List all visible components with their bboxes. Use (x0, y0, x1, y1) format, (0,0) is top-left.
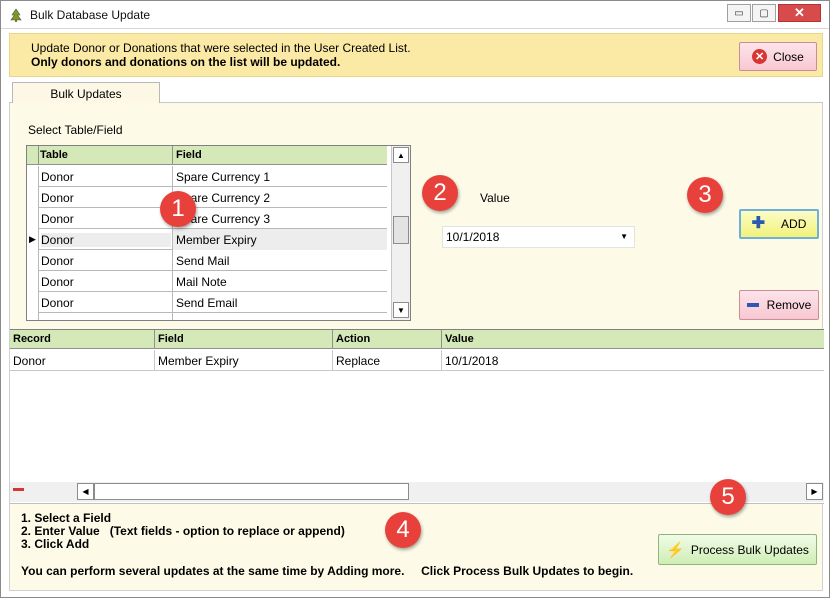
table-row[interactable]: Donor Spare Currency 1 (27, 166, 387, 187)
bulk-update-window: Bulk Database Update ▭ ▢ ✕ Update Donor … (0, 0, 830, 598)
minimize-button[interactable]: ▭ (727, 4, 751, 22)
step-marker-5: 5 (710, 479, 746, 515)
scroll-right-icon[interactable]: ▶ (806, 483, 823, 500)
process-button-label: Process Bulk Updates (690, 542, 809, 557)
footer-note: You can perform several updates at the s… (21, 564, 634, 578)
table-row[interactable]: Donor Spare Currency 2 (27, 187, 387, 208)
cell-table: Donor (41, 233, 171, 247)
cell-action: Replace (333, 350, 442, 371)
vertical-scrollbar[interactable]: ▲ ▼ (391, 146, 410, 320)
minimize-icon: ▭ (734, 7, 744, 19)
select-table-field-label: Select Table/Field (28, 123, 123, 137)
horizontal-scrollbar[interactable]: ◀ ▶ (10, 482, 824, 502)
scroll-down-icon[interactable]: ▼ (393, 302, 409, 318)
row-selector[interactable] (27, 166, 39, 187)
banner-description: Update Donor or Donations that were sele… (31, 41, 411, 55)
maximize-icon: ▢ (759, 7, 769, 19)
row-selector[interactable] (27, 313, 39, 320)
chevron-down-icon[interactable]: ▼ (620, 232, 628, 241)
step-marker-4: 4 (385, 512, 421, 548)
table-row[interactable]: Donor Mail Note (27, 271, 387, 292)
table-field-grid: Table Field Donor Spare Currency 1 Donor… (26, 145, 411, 321)
scroll-thumb[interactable] (393, 216, 409, 244)
step-marker-3: 3 (687, 177, 723, 213)
table-row[interactable]: Donor Send Mail (27, 250, 387, 271)
row-selector[interactable] (27, 292, 39, 313)
value-label: Value (480, 191, 510, 205)
row-selector-header (27, 146, 39, 165)
current-row-arrow-icon[interactable]: ▶ (27, 229, 39, 250)
instruction-step-1: 1. Select a Field (21, 511, 112, 525)
add-button-label: ADD (781, 217, 807, 231)
cell-table: Donor (41, 296, 74, 310)
process-bulk-updates-button[interactable]: ⚡ Process Bulk Updates (658, 534, 817, 565)
cell-table: Donor (41, 170, 74, 184)
cell-field: Spare Currency 1 (172, 166, 387, 187)
step-marker-1: 1 (160, 191, 196, 227)
column-header-table: Table (40, 149, 68, 161)
lightning-icon: ⚡ (666, 541, 685, 559)
grid-header: Table Field (27, 146, 387, 165)
row-selector[interactable] (27, 250, 39, 271)
x-circle-icon: ✕ (752, 49, 768, 64)
cell-table: Donor (41, 254, 74, 268)
tab-bulk-updates[interactable]: Bulk Updates (12, 82, 160, 104)
instruction-step-2: 2. Enter Value (Text fields - option to … (21, 524, 345, 538)
remove-button-label: Remove (766, 298, 812, 312)
row-selector[interactable] (27, 187, 39, 208)
remove-button[interactable]: Remove (739, 290, 819, 320)
add-button[interactable]: ✚ ADD (739, 209, 819, 239)
close-button[interactable]: ✕ Close (739, 42, 817, 71)
cell-field (172, 313, 387, 320)
cell-field: Send Mail (172, 250, 387, 271)
table-row[interactable]: Donor Send Email (27, 292, 387, 313)
cell-field: Member Expiry (172, 229, 387, 250)
cell-field: Mail Note (172, 271, 387, 292)
maximize-button[interactable]: ▢ (752, 4, 776, 22)
scroll-up-icon[interactable]: ▲ (393, 147, 409, 163)
close-button-label: Close (773, 49, 804, 64)
value-dropdown[interactable]: 10/1/2018 ▼ (442, 226, 635, 248)
cell-record: Donor (10, 350, 155, 371)
window-title: Bulk Database Update (30, 8, 151, 22)
bulk-updates-panel: Select Table/Field Table Field Donor Spa… (9, 103, 824, 591)
table-row-selected[interactable]: ▶ Donor Member Expiry (27, 229, 387, 250)
tree-icon (10, 8, 22, 22)
value-dropdown-text: 10/1/2018 (446, 230, 500, 244)
info-banner: Update Donor or Donations that were sele… (9, 33, 823, 77)
plus-icon: ✚ (751, 215, 766, 232)
window-close-button[interactable]: ✕ (778, 4, 821, 22)
cell-field: Spare Currency 2 (172, 187, 387, 208)
minus-icon (746, 303, 759, 307)
cell-table: Donor (41, 212, 74, 226)
column-header-record: Record (10, 330, 155, 349)
updates-grid-header: Record Field Action Value (10, 330, 824, 349)
cell-value: 10/1/2018 (445, 354, 499, 368)
title-bar: Bulk Database Update ▭ ▢ ✕ (1, 1, 829, 29)
row-selector[interactable] (27, 208, 39, 229)
column-header-value: Value (445, 333, 474, 345)
horizontal-scroll-thumb[interactable] (94, 483, 409, 500)
table-row-partial[interactable] (27, 313, 387, 320)
row-selector[interactable] (27, 271, 39, 292)
scroll-left-icon[interactable]: ◀ (77, 483, 94, 500)
table-row[interactable]: Donor Spare Currency 3 (27, 208, 387, 229)
banner-note: Only donors and donations on the list wi… (31, 55, 341, 69)
cell-field: Spare Currency 3 (172, 208, 387, 229)
table-row[interactable]: Donor Member Expiry Replace 10/1/2018 (10, 350, 824, 371)
column-header-action: Action (333, 330, 442, 349)
updates-grid: Record Field Action Value Donor Member E… (10, 329, 824, 504)
step-marker-2: 2 (422, 175, 458, 211)
tab-strip: Bulk Updates (9, 79, 823, 104)
remove-row-icon[interactable] (13, 488, 24, 491)
cell-field: Member Expiry (155, 350, 333, 371)
column-header-field: Field (172, 146, 387, 165)
cell-field: Send Email (172, 292, 387, 313)
column-header-field: Field (155, 330, 333, 349)
cell-table: Donor (41, 275, 74, 289)
instruction-step-3: 3. Click Add (21, 537, 90, 551)
close-icon: ✕ (794, 5, 805, 20)
cell-table: Donor (41, 191, 74, 205)
